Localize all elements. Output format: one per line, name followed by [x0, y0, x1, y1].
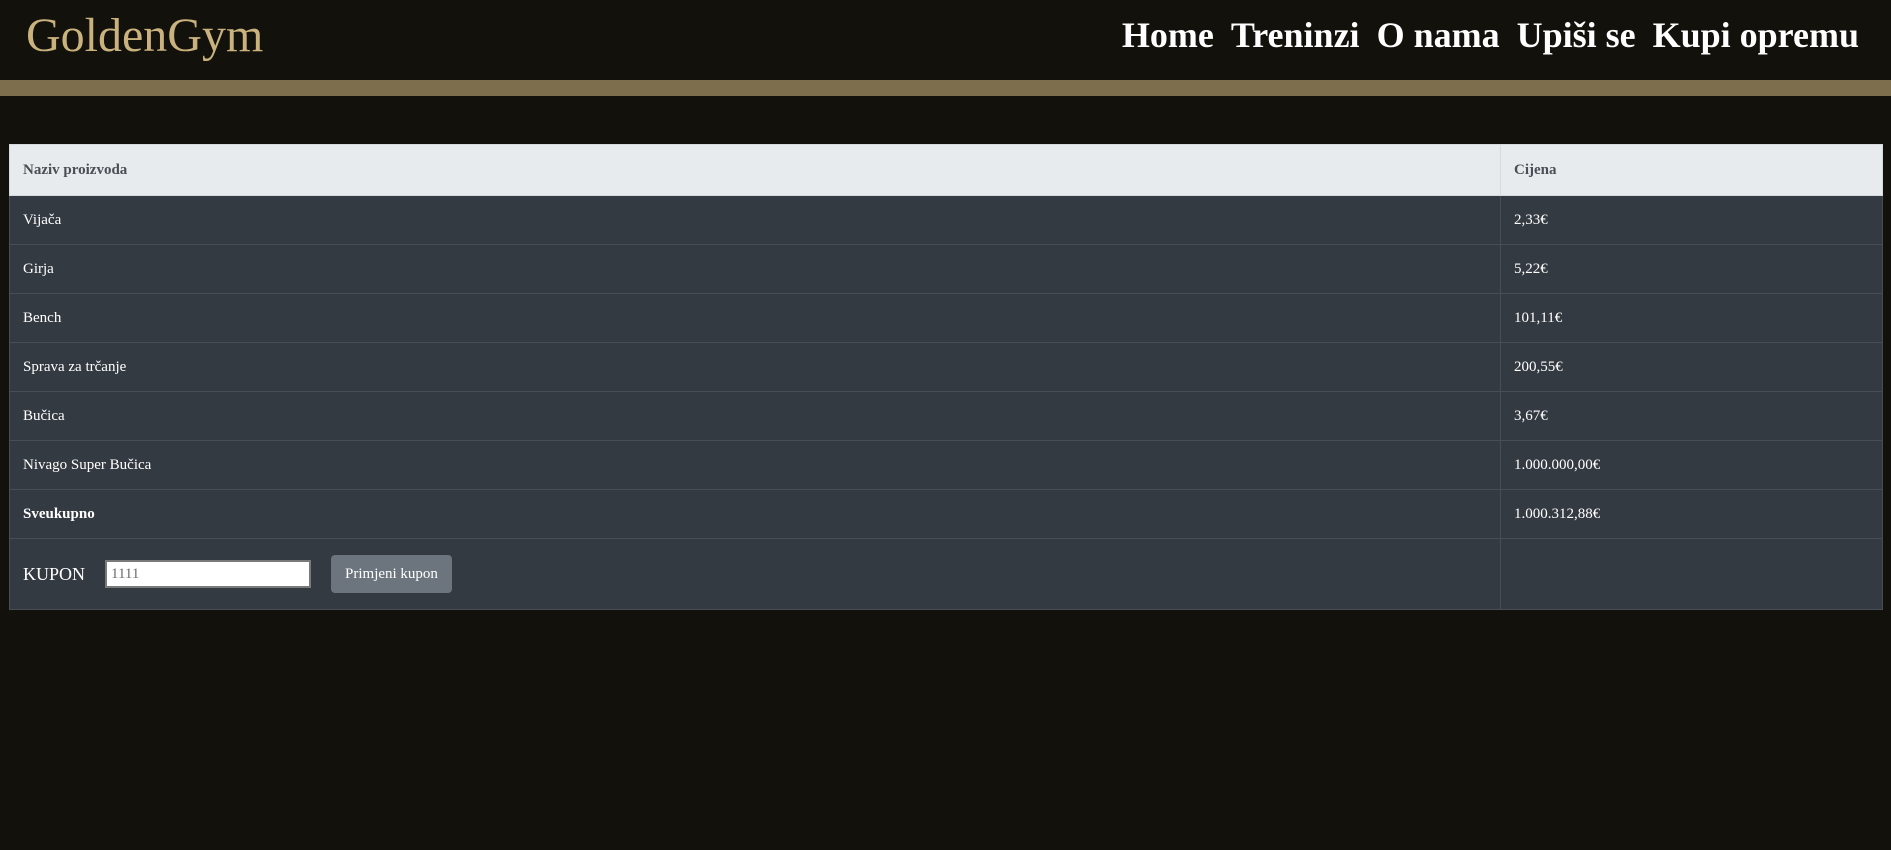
table-row: Girja 5,22€ [9, 244, 1883, 294]
product-name: Vijača [9, 195, 1501, 245]
product-name: Girja [9, 244, 1501, 294]
column-header-product-name: Naziv proizvoda [9, 144, 1501, 196]
main-nav: Home Treninzi O nama Upiši se Kupi oprem… [1122, 10, 1859, 60]
product-price: 3,67€ [1500, 391, 1883, 441]
nav-link-treninzi[interactable]: Treninzi [1231, 10, 1360, 60]
table-row: Bench 101,11€ [9, 293, 1883, 343]
table-row: Nivago Super Bučica 1.000.000,00€ [9, 440, 1883, 490]
table-row: Vijača 2,33€ [9, 195, 1883, 245]
nav-link-home[interactable]: Home [1122, 10, 1214, 60]
product-name: Bučica [9, 391, 1501, 441]
table-row: Bučica 3,67€ [9, 391, 1883, 441]
cart-table-container: Naziv proizvoda Cijena Vijača 2,33€ Girj… [9, 144, 1883, 610]
coupon-label: KUPON [23, 563, 86, 584]
apply-coupon-button[interactable]: Primjeni kupon [331, 555, 452, 593]
product-name: Sprava za trčanje [9, 342, 1501, 392]
coupon-empty-cell [1500, 538, 1883, 610]
nav-link-kupi-opremu[interactable]: Kupi opremu [1653, 10, 1859, 60]
cart-table-header: Naziv proizvoda Cijena [9, 144, 1883, 196]
product-name: Bench [9, 293, 1501, 343]
cart-table: Naziv proizvoda Cijena Vijača 2,33€ Girj… [9, 144, 1883, 610]
site-logo[interactable]: GoldenGym [26, 6, 263, 66]
product-price: 5,22€ [1500, 244, 1883, 294]
total-row: Sveukupno 1.000.312,88€ [9, 489, 1883, 539]
column-header-price: Cijena [1500, 144, 1883, 196]
total-price: 1.000.312,88€ [1500, 489, 1883, 539]
coupon-cell: KUPON Primjeni kupon [9, 538, 1501, 610]
table-row: Sprava za trčanje 200,55€ [9, 342, 1883, 392]
header-divider-bar [0, 80, 1891, 96]
site-header: GoldenGym Home Treninzi O nama Upiši se … [0, 0, 1891, 80]
product-name: Nivago Super Bučica [9, 440, 1501, 490]
header-row: Naziv proizvoda Cijena [9, 144, 1883, 196]
nav-link-upisi-se[interactable]: Upiši se [1517, 10, 1636, 60]
cart-table-body: Vijača 2,33€ Girja 5,22€ Bench 101,11€ S… [9, 195, 1883, 610]
nav-link-o-nama[interactable]: O nama [1377, 10, 1500, 60]
coupon-form: KUPON Primjeni kupon [23, 555, 1487, 593]
product-price: 200,55€ [1500, 342, 1883, 392]
product-price: 101,11€ [1500, 293, 1883, 343]
product-price: 1.000.000,00€ [1500, 440, 1883, 490]
coupon-input[interactable] [105, 560, 312, 588]
product-price: 2,33€ [1500, 195, 1883, 245]
coupon-row: KUPON Primjeni kupon [9, 538, 1883, 610]
total-label: Sveukupno [9, 489, 1501, 539]
